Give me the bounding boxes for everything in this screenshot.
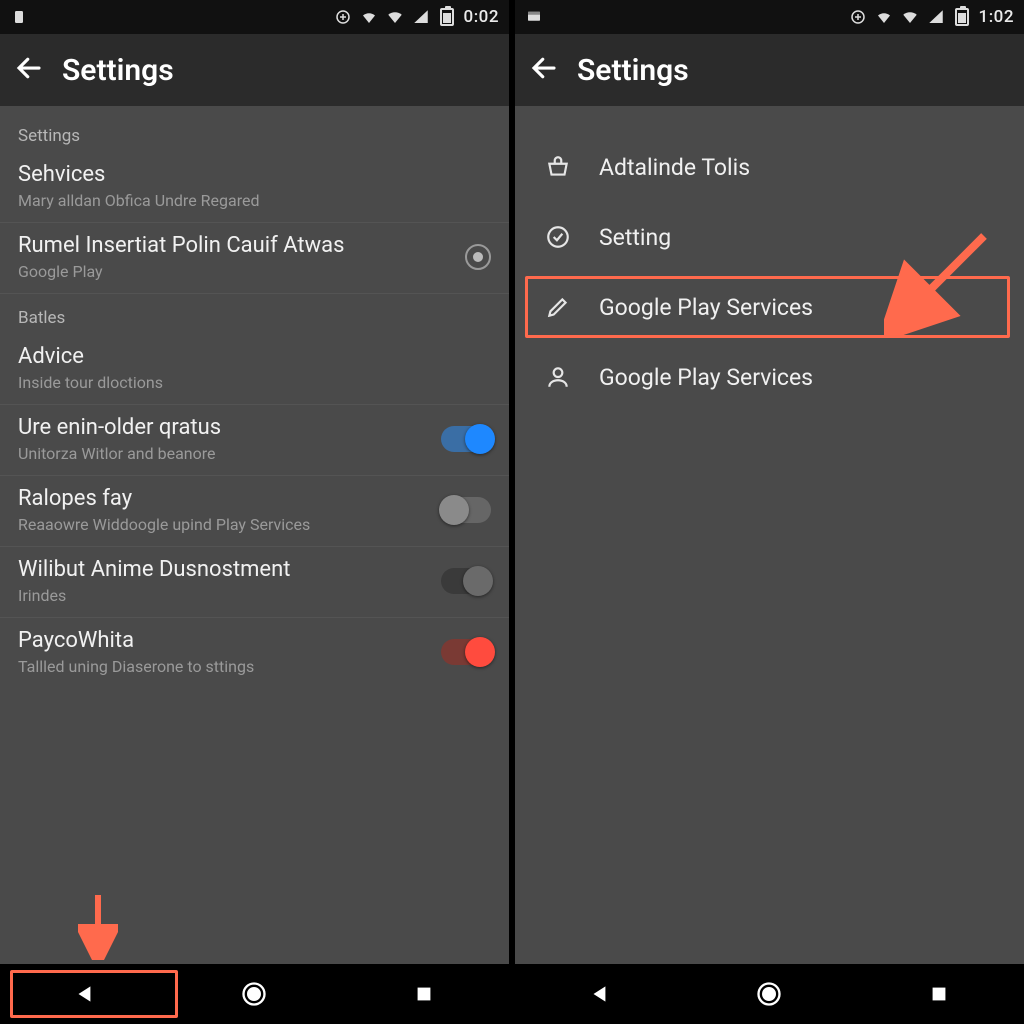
battery-icon [438, 8, 456, 26]
row-subtitle: Tallled uning Diaserone to sttings [18, 657, 429, 676]
row-title: Wilibut Anime Dusnostment [18, 557, 429, 582]
nav-back-button[interactable] [540, 972, 660, 1016]
menu-item-google-play-services[interactable]: Google Play Services [515, 272, 1024, 342]
settings-row-advice[interactable]: Advice Inside tour dloctions [0, 334, 509, 405]
page-title: Settings [62, 53, 174, 88]
back-icon[interactable] [529, 53, 559, 87]
settings-menu: Adtalinde Tolis Setting Google Play Serv… [515, 106, 1024, 964]
signal-icon [927, 8, 945, 26]
menu-item-adtalinde[interactable]: Adtalinde Tolis [515, 132, 1024, 202]
annotation-arrow-icon [78, 890, 118, 960]
settings-row-anime[interactable]: Wilibut Anime Dusnostment Irindes [0, 547, 509, 618]
nav-back-button[interactable] [25, 972, 145, 1016]
radio-icon[interactable] [465, 244, 491, 270]
nav-recent-button[interactable] [879, 972, 999, 1016]
status-bar: 0:02 [0, 0, 509, 34]
left-phone: 0:02 Settings Settings Sehvices Mary all… [0, 0, 509, 1024]
row-title: Ure enin-older qratus [18, 415, 429, 440]
section-label: Settings [0, 112, 509, 152]
menu-label: Google Play Services [599, 294, 813, 321]
settings-list: Settings Sehvices Mary alldan Obfica Und… [0, 106, 509, 964]
row-title: PaycoWhita [18, 628, 429, 653]
nav-recent-button[interactable] [364, 972, 484, 1016]
settings-row-older-gratus[interactable]: Ure enin-older qratus Unitorza Witlor an… [0, 405, 509, 476]
battery-icon [953, 8, 971, 26]
signal-icon [412, 8, 430, 26]
row-subtitle: Mary alldan Obfica Undre Regared [18, 191, 491, 210]
row-title: Sehvices [18, 162, 491, 187]
data-saver-icon [849, 8, 867, 26]
person-icon [543, 362, 573, 392]
app-bar: Settings [0, 34, 509, 106]
settings-row-payco[interactable]: PaycoWhita Tallled uning Diaserone to st… [0, 618, 509, 688]
row-title: Advice [18, 344, 491, 369]
wifi-full-icon [386, 8, 404, 26]
settings-row-ralopes[interactable]: Ralopes fay Reaaowre Widdoogle upind Pla… [0, 476, 509, 547]
row-title: Rumel Insertiat Polin Cauif Atwas [18, 233, 453, 258]
clock: 0:02 [464, 7, 499, 27]
nav-bar [515, 964, 1024, 1024]
pencil-icon [543, 292, 573, 322]
row-title: Ralopes fay [18, 486, 429, 511]
row-subtitle: Reaaowre Widdoogle upind Play Services [18, 515, 429, 534]
wifi-full-icon [901, 8, 919, 26]
status-bar: 1:02 [515, 0, 1024, 34]
menu-label: Google Play Services [599, 364, 813, 391]
basket-icon [543, 152, 573, 182]
app-bar: Settings [515, 34, 1024, 106]
data-saver-icon [334, 8, 352, 26]
settings-row-google-play[interactable]: Rumel Insertiat Polin Cauif Atwas Google… [0, 223, 509, 294]
wifi-icon [875, 8, 893, 26]
page-title: Settings [577, 53, 689, 88]
wifi-icon [360, 8, 378, 26]
nav-home-button[interactable] [194, 972, 314, 1016]
nav-bar [0, 964, 509, 1024]
toggle-switch[interactable] [441, 497, 491, 523]
sim-icon [10, 8, 28, 26]
settings-row-services[interactable]: Sehvices Mary alldan Obfica Undre Regare… [0, 152, 509, 223]
window-icon [525, 8, 543, 26]
toggle-switch[interactable] [441, 426, 491, 452]
toggle-switch[interactable] [441, 639, 491, 665]
row-subtitle: Irindes [18, 586, 429, 605]
menu-label: Setting [599, 224, 671, 251]
right-phone: 1:02 Settings Adtalinde Tolis Setting [515, 0, 1024, 1024]
back-icon[interactable] [14, 53, 44, 87]
menu-label: Adtalinde Tolis [599, 154, 750, 181]
section-label: Batles [0, 294, 509, 334]
checkmark-circle-icon [543, 222, 573, 252]
menu-item-setting[interactable]: Setting [515, 202, 1024, 272]
toggle-switch[interactable] [441, 568, 491, 594]
row-subtitle: Google Play [18, 262, 453, 281]
menu-item-google-play-services-2[interactable]: Google Play Services [515, 342, 1024, 412]
clock: 1:02 [979, 7, 1014, 27]
nav-home-button[interactable] [709, 972, 829, 1016]
row-subtitle: Inside tour dloctions [18, 373, 491, 392]
row-subtitle: Unitorza Witlor and beanore [18, 444, 429, 463]
